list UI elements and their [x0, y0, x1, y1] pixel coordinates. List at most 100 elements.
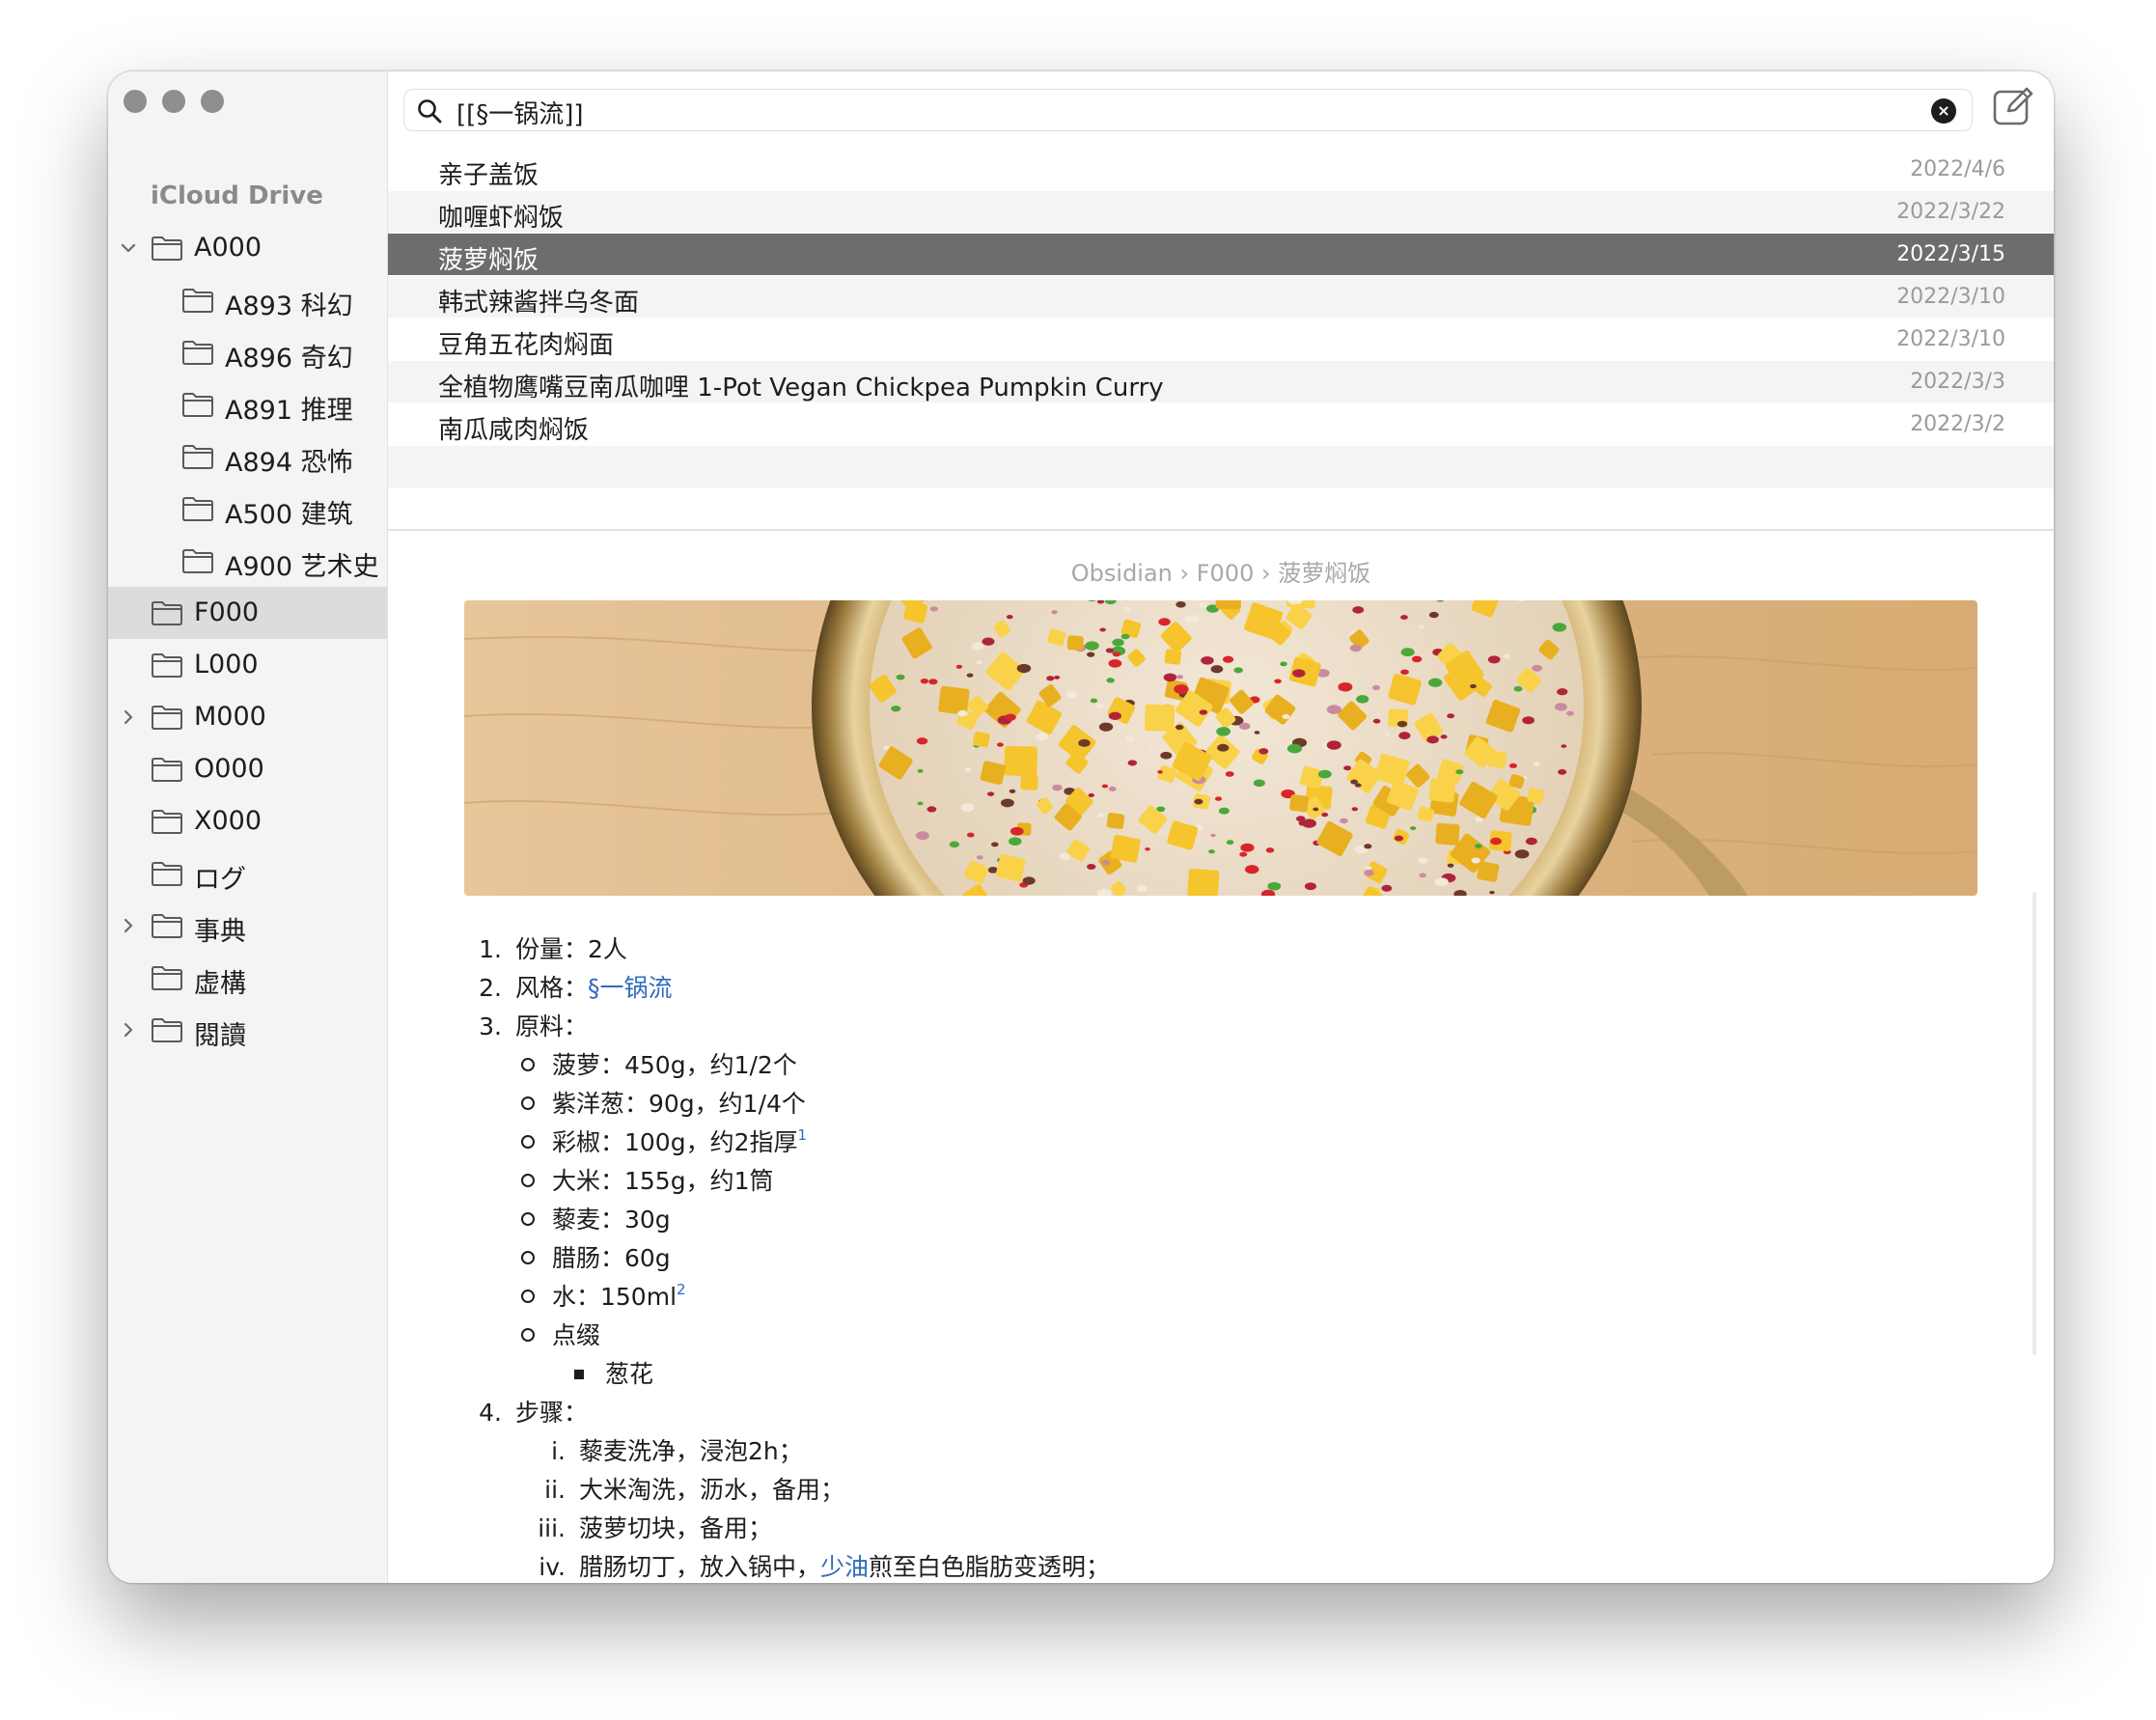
result-title: 南瓜咸肉焖饭: [438, 416, 590, 445]
sidebar-item-folder[interactable]: 閱讀: [108, 1004, 387, 1056]
app-window: iCloud Drive A000 A893 科幻 A896 奇幻 A891 推理 A8…: [108, 71, 2054, 1583]
folder-icon: [151, 235, 183, 262]
sidebar: iCloud Drive A000 A893 科幻 A896 奇幻 A891 推理 A8…: [108, 71, 388, 1583]
list-divider: [388, 529, 2054, 531]
result-title: 菠萝焖饭: [438, 246, 539, 275]
folder-icon: [181, 391, 214, 418]
search-query[interactable]: [[§一锅流]]: [456, 95, 584, 130]
style-link[interactable]: §一锅流: [588, 974, 673, 1002]
sidebar-item-folder[interactable]: O000: [108, 743, 387, 795]
folder-icon: [151, 964, 183, 991]
folder-icon: [181, 287, 214, 314]
result-title: 咖喱虾焖饭: [438, 204, 565, 233]
sidebar-item-folder[interactable]: A891 推理: [108, 378, 387, 430]
sidebar-item-folder[interactable]: A893 科幻: [108, 274, 387, 326]
close-window-button[interactable]: [124, 90, 147, 113]
sidebar-item-label: A000: [194, 233, 263, 263]
sidebar-item-folder[interactable]: A500 建筑: [108, 483, 387, 535]
list-item: 2. 风格：§一锅流: [479, 974, 673, 1002]
sidebar-item-label: M000: [194, 702, 266, 732]
sidebar-item-folder[interactable]: F000: [108, 587, 387, 639]
garnish-item: 葱花: [574, 1355, 653, 1390]
footnote-link[interactable]: 2: [677, 1281, 686, 1298]
sidebar-item-folder[interactable]: A900 艺术史: [108, 535, 387, 587]
compose-icon[interactable]: [1992, 85, 2034, 127]
result-date: 2022/3/22: [1896, 200, 2005, 224]
sidebar-item-folder[interactable]: A894 恐怖: [108, 430, 387, 483]
chevron-right-icon[interactable]: [116, 900, 141, 952]
footnote-link[interactable]: 1: [798, 1126, 808, 1144]
minimize-window-button[interactable]: [162, 90, 185, 113]
sidebar-item-label: L000: [194, 650, 259, 680]
ingredient-item: 大米：155g，约1筒: [521, 1162, 774, 1197]
sidebar-item-folder[interactable]: ログ: [108, 847, 387, 900]
sidebar-item-folder[interactable]: A000: [108, 222, 387, 274]
sidebar-item-folder[interactable]: M000: [108, 691, 387, 743]
sidebar-item-label: 事典: [194, 917, 246, 947]
sidebar-item-folder[interactable]: L000: [108, 639, 387, 691]
result-title: 亲子盖饭: [438, 161, 539, 190]
result-date: 2022/3/10: [1896, 285, 2005, 309]
result-title: 豆角五花肉焖面: [438, 331, 615, 360]
list-item: 4. 步骤：: [479, 1399, 589, 1427]
sidebar-item-folder[interactable]: X000: [108, 795, 387, 847]
search-result-row[interactable]: 咖喱虾焖饭 2022/3/22: [388, 191, 2054, 234]
chevron-right-icon[interactable]: [116, 691, 141, 743]
folder-icon: [151, 912, 183, 939]
folder-icon: [151, 599, 183, 626]
sidebar-item-folder[interactable]: 虚構: [108, 952, 387, 1004]
note-hero-image: [464, 600, 1977, 896]
step-item: ii. 大米淘洗，沥水，备用；: [544, 1476, 845, 1504]
search-result-row[interactable]: 菠萝焖饭 2022/3/15: [388, 234, 2054, 276]
breadcrumb[interactable]: Obsidian › F000 › 菠萝焖饭: [388, 554, 2054, 588]
search-result-row[interactable]: 亲子盖饭 2022/4/6: [388, 149, 2054, 191]
sidebar-item-label: A896 奇幻: [225, 344, 353, 374]
clear-search-icon[interactable]: ×: [1931, 98, 1956, 124]
search-result-row[interactable]: 全植物鹰嘴豆南瓜咖哩 1-Pot Vegan Chickpea Pumpkin …: [388, 361, 2054, 403]
chevron-right-icon[interactable]: [116, 1004, 141, 1056]
sidebar-item-folder[interactable]: A896 奇幻: [108, 326, 387, 378]
sidebar-item-label: 虚構: [194, 969, 246, 999]
sidebar-item-label: A500 建筑: [225, 500, 353, 530]
result-date: 2022/3/15: [1896, 242, 2005, 266]
scrollbar[interactable]: [2032, 892, 2036, 1355]
step-item: i. 藜麦洗净，浸泡2h；: [551, 1437, 803, 1465]
ingredient-item: 紫洋葱：90g，约1/4个: [521, 1085, 806, 1120]
chevron-down-icon[interactable]: [116, 222, 141, 274]
result-date: 2022/3/10: [1896, 327, 2005, 351]
sidebar-item-label: A891 推理: [225, 396, 353, 426]
folder-tree: A000 A893 科幻 A896 奇幻 A891 推理 A894 恐怖 A500 建筑 A…: [108, 222, 387, 1056]
result-date: 2022/4/6: [1910, 157, 2005, 181]
sidebar-item-label: A894 恐怖: [225, 448, 353, 478]
folder-icon: [181, 339, 214, 366]
ingredient-item: 腊肠：60g: [521, 1239, 671, 1274]
pineapple-rice-photo: [464, 600, 1977, 896]
sidebar-item-folder[interactable]: 事典: [108, 900, 387, 952]
search-icon: [418, 99, 442, 124]
search-result-row[interactable]: 韩式辣酱拌乌冬面 2022/3/10: [388, 276, 2054, 319]
ingredient-item: 水：150ml2: [521, 1278, 686, 1313]
oil-link[interactable]: 少油: [820, 1553, 869, 1581]
search-result-row[interactable]: 南瓜咸肉焖饭 2022/3/2: [388, 403, 2054, 446]
result-date: 2022/3/2: [1910, 412, 2005, 436]
search-results-list: 亲子盖饭 2022/4/6 咖喱虾焖饭 2022/3/22 菠萝焖饭 2022/3/15 韩…: [388, 149, 2054, 488]
zoom-window-button[interactable]: [201, 90, 224, 113]
folder-icon: [181, 495, 214, 522]
search-field[interactable]: [[§一锅流]] ×: [403, 89, 1973, 131]
list-item: 1. 份量：2人: [479, 935, 627, 963]
sidebar-item-label: A900 艺术史: [225, 552, 379, 582]
sidebar-item-label: X000: [194, 806, 263, 836]
ingredient-item: 菠萝：450g，约1/2个: [521, 1046, 797, 1081]
sidebar-item-label: O000: [194, 754, 264, 784]
sidebar-title: iCloud Drive: [151, 181, 323, 210]
result-title: 全植物鹰嘴豆南瓜咖哩 1-Pot Vegan Chickpea Pumpkin …: [438, 374, 1164, 402]
ingredient-item: 彩椒：100g，约2指厚1: [521, 1124, 807, 1158]
step-item: iv. 腊肠切丁，放入锅中，少油煎至白色脂肪变透明；: [539, 1553, 1111, 1581]
folder-icon: [151, 652, 183, 679]
result-title: 韩式辣酱拌乌冬面: [438, 289, 640, 318]
folder-icon: [181, 547, 214, 574]
window-controls: [124, 90, 224, 113]
folder-icon: [151, 808, 183, 835]
search-result-row[interactable]: 豆角五花肉焖面 2022/3/10: [388, 319, 2054, 361]
result-date: 2022/3/3: [1910, 370, 2005, 394]
